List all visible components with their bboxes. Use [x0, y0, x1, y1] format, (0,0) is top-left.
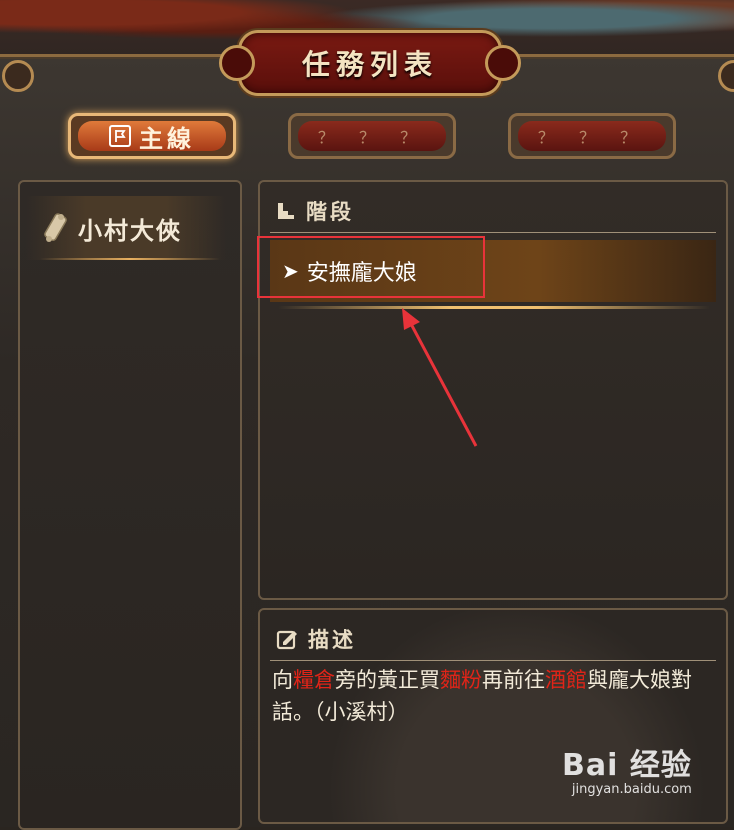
divider — [40, 258, 220, 260]
window-title-plaque: 任務列表 — [219, 30, 521, 96]
window-title: 任務列表 — [301, 48, 438, 81]
scroll-icon — [44, 213, 67, 242]
stage-heading: 階段 — [306, 200, 354, 224]
chapter-list — [18, 180, 242, 830]
tab-label: 主線 — [139, 124, 195, 153]
divider — [270, 660, 716, 661]
flag-icon — [109, 125, 131, 147]
description-heading: 描述 — [308, 628, 356, 652]
divider — [278, 306, 710, 309]
tab-locked-2[interactable]: ？ ？ ？ — [288, 113, 456, 159]
tab-locked-3[interactable]: ？ ？ ？ — [508, 113, 676, 159]
tab-label: ？ ？ ？ — [537, 128, 647, 147]
edit-icon — [276, 630, 297, 650]
annotation-highlight-box — [257, 236, 485, 298]
text-segment: 向 — [272, 668, 293, 692]
stairs-icon — [278, 203, 294, 219]
description-header: 描述 — [276, 624, 356, 654]
chapter-item[interactable]: 小村大俠 — [26, 196, 226, 260]
highlight-item: 麵粉 — [440, 668, 482, 692]
chapter-label: 小村大俠 — [78, 216, 182, 245]
tab-main-quest[interactable]: 主線 — [68, 113, 236, 159]
text-segment: 再前往 — [482, 668, 545, 692]
stage-header: 階段 — [276, 196, 354, 226]
corner-ornament-left — [2, 60, 34, 92]
watermark-url: jingyan.baidu.com — [571, 782, 692, 797]
text-segment: 旁的黃正買 — [335, 668, 440, 692]
divider — [270, 232, 716, 233]
description-text: 向糧倉旁的黃正買麵粉再前往酒館與龐大娘對話。（小溪村） — [272, 664, 718, 728]
watermark-logo: Bai 经验 — [562, 748, 692, 783]
baidu-watermark: Bai 经验 jingyan.baidu.com — [562, 740, 692, 797]
tab-label: ？ ？ ？ — [317, 128, 427, 147]
highlight-location: 糧倉 — [293, 668, 335, 692]
highlight-location: 酒館 — [545, 668, 587, 692]
